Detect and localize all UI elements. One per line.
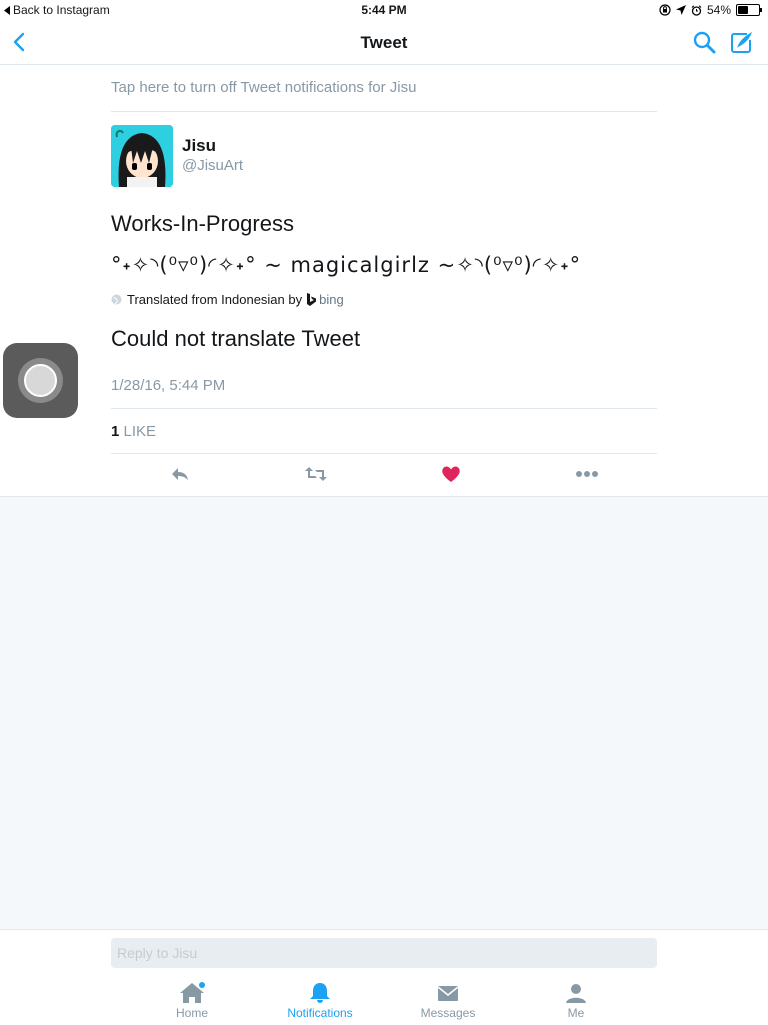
person-icon xyxy=(566,984,586,1003)
assistive-touch-button[interactable] xyxy=(3,343,78,418)
tab-home-label: Home xyxy=(175,1006,208,1020)
battery-percent: 54% xyxy=(706,3,731,17)
battery-fill xyxy=(738,6,748,14)
assistive-touch-center xyxy=(24,364,57,397)
status-right: 54% xyxy=(659,3,762,17)
alarm-icon xyxy=(691,4,702,16)
tab-me-label: Me xyxy=(567,1006,585,1020)
avatar-illustration xyxy=(111,125,173,187)
like-heart-icon[interactable] xyxy=(440,463,462,485)
battery-icon xyxy=(736,4,762,16)
tab-notifications[interactable]: Notifications xyxy=(270,982,370,1020)
battery-tip xyxy=(760,8,762,12)
page-title: Tweet xyxy=(360,33,408,52)
like-count: 1 xyxy=(111,423,120,440)
bell-icon xyxy=(310,983,330,1003)
nav-bar: Tweet xyxy=(0,20,768,65)
status-bar: Back to Instagram 5:44 PM 54% xyxy=(0,0,768,20)
search-icon[interactable] xyxy=(692,30,716,54)
tab-messages[interactable]: Messages xyxy=(398,982,498,1020)
author-handle[interactable]: @JisuArt xyxy=(182,157,243,174)
tab-me[interactable]: Me xyxy=(526,982,626,1020)
reply-input[interactable] xyxy=(111,938,657,968)
tweet-timestamp: 1/28/16, 5:44 PM xyxy=(111,377,226,394)
tweet-text-line-2: °˖✧◝(⁰▿⁰)◜✧˖° ~ magicalgirlz ~✧◝(⁰▿⁰)◜✧˖… xyxy=(111,253,582,277)
bing-icon xyxy=(307,293,317,306)
tab-home[interactable]: Home xyxy=(142,982,242,1020)
reply-icon[interactable] xyxy=(169,463,191,485)
more-icon[interactable] xyxy=(575,463,599,485)
translation-label: Translated from Indonesian by xyxy=(127,292,303,307)
new-content-dot xyxy=(199,982,205,988)
tweet-detail: Tap here to turn off Tweet notifications… xyxy=(0,65,768,497)
retweet-icon[interactable] xyxy=(304,463,328,485)
tab-messages-label: Messages xyxy=(420,1006,476,1020)
assistive-touch-ring xyxy=(18,358,63,403)
envelope-icon xyxy=(437,986,459,1001)
tweet-text-line-1: Works-In-Progress xyxy=(111,211,294,236)
bottom-bar: Home Notifications Messages Me xyxy=(0,929,768,1025)
likes-summary: 1 LIKE xyxy=(111,423,156,440)
translation-error: Could not translate Tweet xyxy=(111,326,361,351)
author-name[interactable]: Jisu xyxy=(182,136,216,156)
compose-icon[interactable] xyxy=(728,30,754,56)
bing-logo: bing xyxy=(307,292,344,307)
translation-attribution: Translated from Indonesian by bing xyxy=(111,292,344,307)
notification-toggle-banner[interactable]: Tap here to turn off Tweet notifications… xyxy=(111,79,657,112)
avatar[interactable] xyxy=(111,125,173,187)
status-time: 5:44 PM xyxy=(361,3,407,17)
tab-notifications-label: Notifications xyxy=(287,1006,353,1020)
likes-row[interactable]: 1 LIKE xyxy=(111,408,657,454)
translation-provider: bing xyxy=(319,292,344,307)
rotation-lock-icon xyxy=(659,4,671,16)
location-icon xyxy=(675,5,686,15)
globe-icon xyxy=(111,294,122,305)
like-label: LIKE xyxy=(123,423,157,440)
